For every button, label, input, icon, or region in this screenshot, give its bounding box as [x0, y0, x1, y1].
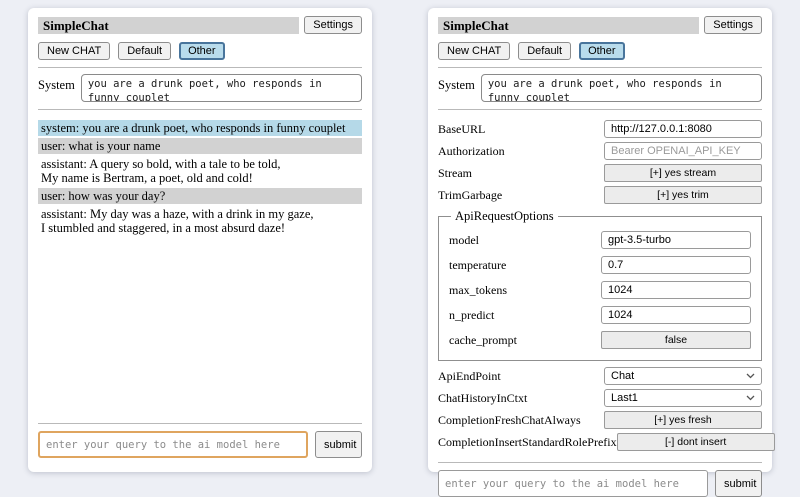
temperature-label: temperature [449, 258, 601, 273]
settings-button[interactable]: Settings [704, 16, 762, 34]
submit-button[interactable]: submit [715, 470, 762, 497]
divider [438, 109, 762, 110]
divider [438, 67, 762, 68]
divider [38, 423, 362, 424]
header: SimpleChat Settings [38, 16, 362, 34]
chat-message-user: user: what is your name [38, 138, 362, 154]
query-input[interactable] [438, 470, 708, 497]
system-label: System [38, 74, 75, 102]
setting-row-max-tokens: max_tokens [449, 281, 751, 299]
trimgarbage-label: TrimGarbage [438, 188, 604, 203]
divider [38, 109, 362, 110]
session-tab-default[interactable]: Default [118, 42, 171, 60]
setting-row-completioninsertstandardroleprefix: CompletionInsertStandardRolePrefix [-] d… [438, 433, 762, 451]
setting-row-stream: Stream [+] yes stream [438, 164, 762, 182]
completioninsertstandardroleprefix-toggle-button[interactable]: [-] dont insert [617, 433, 775, 451]
setting-row-baseurl: BaseURL [438, 120, 762, 138]
completionfreshchatalways-label: CompletionFreshChatAlways [438, 413, 604, 428]
api-request-options-legend: ApiRequestOptions [451, 209, 558, 224]
n-predict-label: n_predict [449, 308, 601, 323]
max-tokens-input[interactable] [601, 281, 751, 299]
setting-row-trimgarbage: TrimGarbage [+] yes trim [438, 186, 762, 204]
model-input[interactable] [601, 231, 751, 249]
session-tab-other[interactable]: Other [179, 42, 225, 60]
setting-row-chathistoryinctxt: ChatHistoryInCtxt Last1 [438, 389, 762, 407]
stream-label: Stream [438, 166, 604, 181]
system-prompt-input[interactable]: you are a drunk poet, who responds in fu… [81, 74, 362, 102]
session-tab-other[interactable]: Other [579, 42, 625, 60]
setting-row-authorization: Authorization [438, 142, 762, 160]
system-label: System [438, 74, 475, 102]
divider [438, 462, 762, 463]
chathistoryinctxt-label: ChatHistoryInCtxt [438, 391, 604, 406]
chat-message-system: system: you are a drunk poet, who respon… [38, 120, 362, 136]
chat-message-user: user: how was your day? [38, 188, 362, 204]
page: SimpleChat Settings New CHAT Default Oth… [0, 0, 800, 480]
completionfreshchatalways-toggle-button[interactable]: [+] yes fresh [604, 411, 762, 429]
temperature-input[interactable] [601, 256, 751, 274]
max-tokens-label: max_tokens [449, 283, 601, 298]
completioninsertstandardroleprefix-label: CompletionInsertStandardRolePrefix [438, 435, 617, 450]
api-request-options-fieldset: ApiRequestOptions model temperature max_… [438, 209, 762, 361]
setting-row-completionfreshchatalways: CompletionFreshChatAlways [+] yes fresh [438, 411, 762, 429]
cache-prompt-toggle-button[interactable]: false [601, 331, 751, 349]
new-chat-button[interactable]: New CHAT [438, 42, 510, 60]
chathistoryinctxt-select[interactable]: Last1 [604, 389, 762, 407]
setting-row-cache-prompt: cache_prompt false [449, 331, 751, 349]
app-title: SimpleChat [438, 17, 699, 34]
chathistoryinctxt-selected-value: Last1 [611, 392, 638, 404]
n-predict-input[interactable] [601, 306, 751, 324]
session-tab-default[interactable]: Default [518, 42, 571, 60]
query-row: submit [38, 431, 362, 458]
setting-row-n-predict: n_predict [449, 306, 751, 324]
trimgarbage-toggle-button[interactable]: [+] yes trim [604, 186, 762, 204]
session-tabs: New CHAT Default Other [438, 42, 762, 60]
apiendpoint-selected-value: Chat [611, 370, 634, 382]
chevron-down-icon [746, 373, 755, 379]
model-label: model [449, 233, 601, 248]
chevron-down-icon [746, 395, 755, 401]
chat-log: system: you are a drunk poet, who respon… [38, 120, 362, 238]
spacer [38, 238, 362, 416]
query-input[interactable] [38, 431, 308, 458]
apiendpoint-label: ApiEndPoint [438, 369, 604, 384]
setting-row-model: model [449, 231, 751, 249]
cache-prompt-label: cache_prompt [449, 333, 601, 348]
settings-form: BaseURL Authorization Stream [+] yes str… [438, 116, 762, 455]
system-prompt-row: System you are a drunk poet, who respond… [438, 74, 762, 102]
setting-row-temperature: temperature [449, 256, 751, 274]
submit-button[interactable]: submit [315, 431, 362, 458]
divider [38, 67, 362, 68]
authorization-input[interactable] [604, 142, 762, 160]
app-title: SimpleChat [38, 17, 299, 34]
authorization-label: Authorization [438, 144, 604, 159]
chat-panel: SimpleChat Settings New CHAT Default Oth… [28, 8, 372, 472]
chat-message-assistant: assistant: A query so bold, with a tale … [38, 156, 362, 186]
settings-button[interactable]: Settings [304, 16, 362, 34]
session-tabs: New CHAT Default Other [38, 42, 362, 60]
settings-panel: SimpleChat Settings New CHAT Default Oth… [428, 8, 772, 472]
system-prompt-row: System you are a drunk poet, who respond… [38, 74, 362, 102]
header: SimpleChat Settings [438, 16, 762, 34]
chat-message-assistant: assistant: My day was a haze, with a dri… [38, 206, 362, 236]
new-chat-button[interactable]: New CHAT [38, 42, 110, 60]
baseurl-label: BaseURL [438, 122, 604, 137]
system-prompt-input[interactable]: you are a drunk poet, who responds in fu… [481, 74, 762, 102]
setting-row-apiendpoint: ApiEndPoint Chat [438, 367, 762, 385]
query-row: submit [438, 470, 762, 497]
stream-toggle-button[interactable]: [+] yes stream [604, 164, 762, 182]
baseurl-input[interactable] [604, 120, 762, 138]
apiendpoint-select[interactable]: Chat [604, 367, 762, 385]
